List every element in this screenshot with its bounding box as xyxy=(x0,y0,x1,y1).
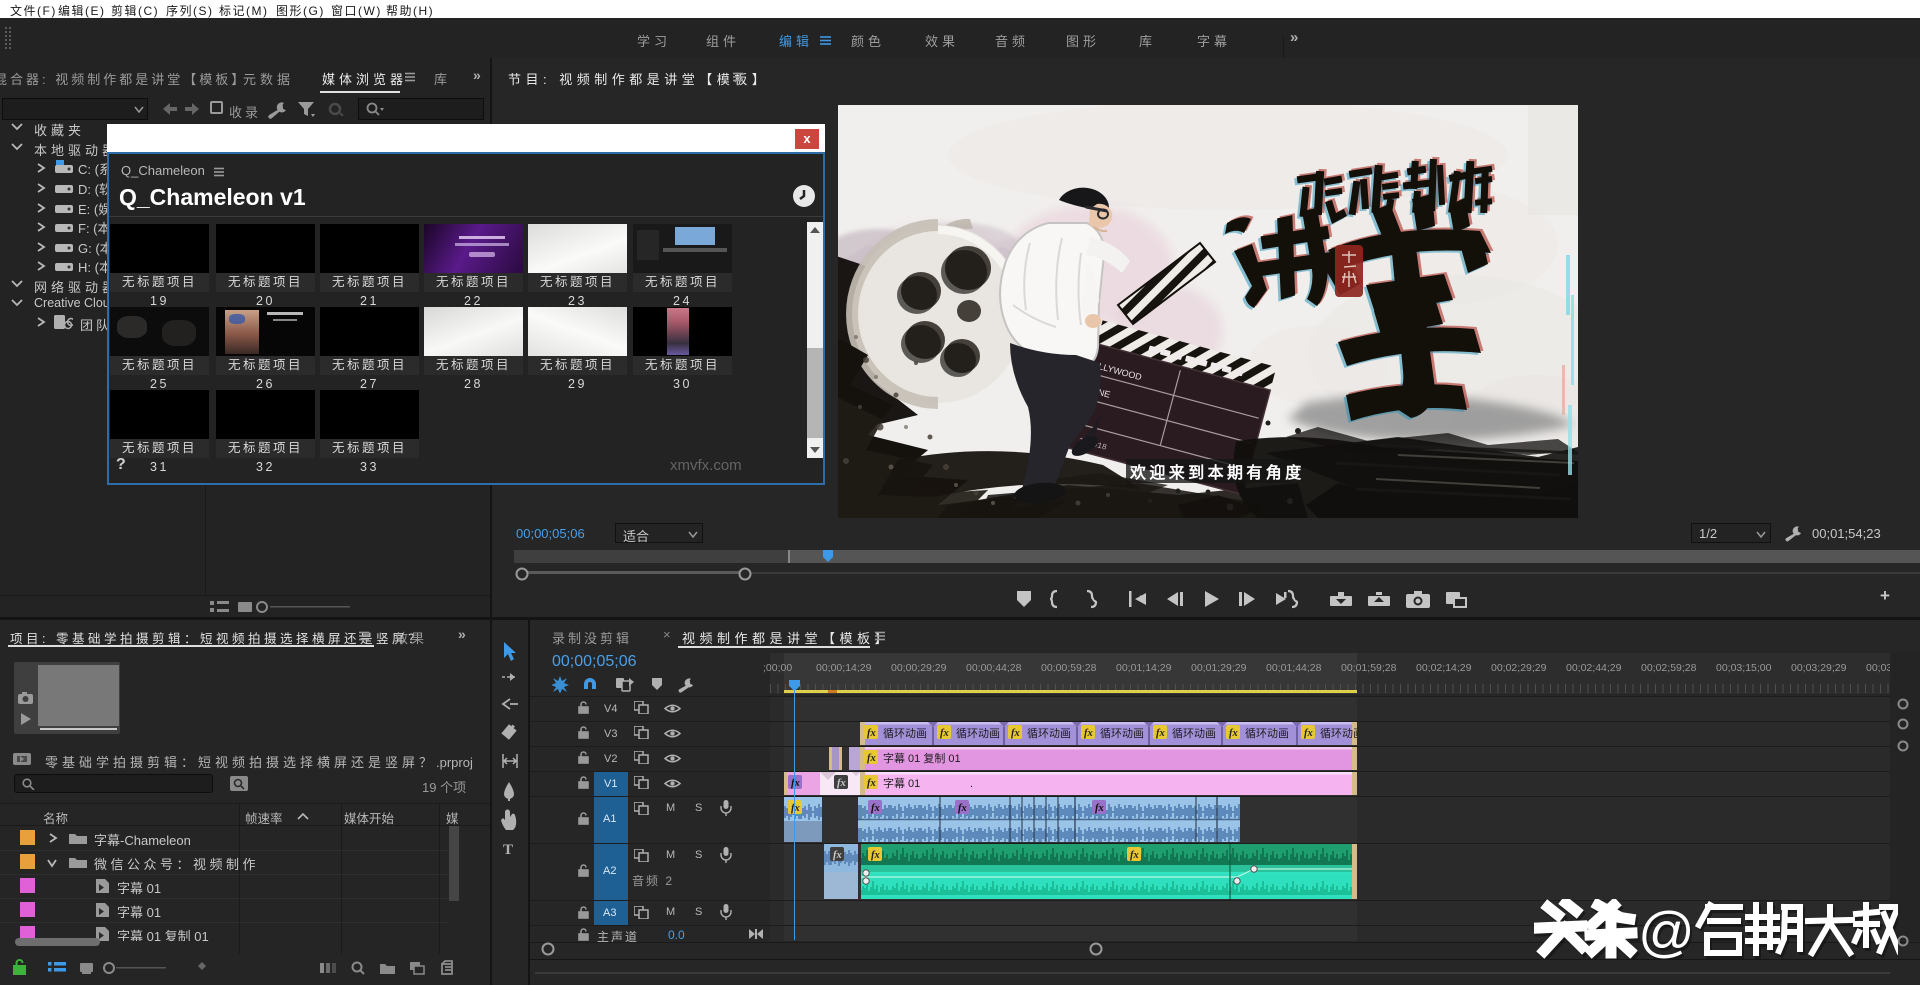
svg-text:欢迎来到本期有角度: 欢迎来到本期有角度 xyxy=(1129,463,1305,482)
svg-text:fx: fx xyxy=(1011,728,1020,739)
svg-text:fx: fx xyxy=(867,778,876,789)
svg-text:fx: fx xyxy=(940,728,949,739)
svg-text:循环动画: 循环动画 xyxy=(1172,727,1216,740)
svg-text:.: . xyxy=(970,778,973,790)
svg-text:fx: fx xyxy=(1156,728,1165,739)
svg-text:字幕 01: 字幕 01 xyxy=(883,776,920,790)
svg-text:fx: fx xyxy=(1095,803,1104,814)
svg-text:循环动画: 循环动画 xyxy=(1100,727,1144,740)
svg-text:fx: fx xyxy=(867,753,876,764)
svg-text:@: @ xyxy=(1638,900,1695,959)
svg-text:fx: fx xyxy=(791,803,800,814)
svg-text:fx: fx xyxy=(1229,728,1238,739)
svg-text:T: T xyxy=(503,842,513,858)
svg-text:循环动画: 循环动画 xyxy=(956,727,1000,740)
svg-text:fx: fx xyxy=(791,778,800,789)
svg-text:循环动画: 循环动画 xyxy=(1027,727,1071,740)
svg-text:fx: fx xyxy=(837,778,846,789)
svg-text:fx: fx xyxy=(1130,850,1139,861)
svg-text:循环动画: 循环动画 xyxy=(883,727,927,740)
svg-text:fx: fx xyxy=(1084,728,1093,739)
svg-text:fx: fx xyxy=(1304,728,1313,739)
svg-text:循环动画: 循环动画 xyxy=(1245,727,1289,740)
svg-text:fx: fx xyxy=(871,803,880,814)
svg-text:fx: fx xyxy=(833,850,842,861)
svg-text:fx: fx xyxy=(871,850,880,861)
svg-text:fx: fx xyxy=(958,803,967,814)
svg-text:循环动画.mov [53.83%]: 循环动画.mov [53.83%] xyxy=(1320,727,1434,740)
svg-text:fx: fx xyxy=(867,728,876,739)
svg-text:字幕 01 复制 01: 字幕 01 复制 01 xyxy=(883,751,961,765)
